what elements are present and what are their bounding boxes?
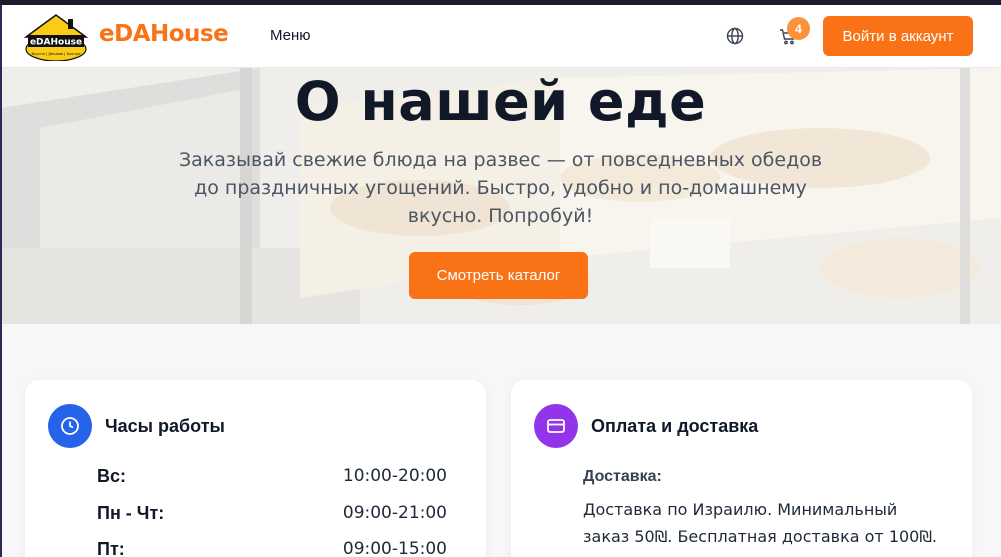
hours-time: 09:00-21:00: [342, 503, 447, 523]
hours-day: Вс:: [97, 466, 127, 486]
globe-icon[interactable]: [725, 26, 745, 46]
login-button[interactable]: Войти в аккаунт: [823, 16, 973, 56]
brand-name[interactable]: eDAHouse: [99, 21, 229, 47]
clock-icon: [48, 404, 92, 448]
window-edge: [0, 5, 2, 557]
hours-day: Пт:: [97, 539, 125, 557]
payment-delivery-title: Оплата и доставка: [591, 416, 759, 436]
logo-house-icon: eDAHouse Вкусно | Дёшево | Быстро: [23, 14, 89, 62]
working-hours-card: Часы работы Вс: 10:00-20:00 Пн - Чт: 09:…: [25, 380, 486, 557]
logo-small-text: eDAHouse: [30, 38, 82, 48]
delivery-text: Доставка по Израилю. Минимальный заказ 5…: [583, 500, 937, 546]
site-header: eDAHouse Вкусно | Дёшево | Быстро eDAHou…: [0, 5, 1001, 68]
logo-tagline: Вкусно | Дёшево | Быстро: [32, 52, 81, 56]
payment-delivery-card: Оплата и доставка Доставка: Доставка по …: [511, 380, 972, 557]
working-hours-title: Часы работы: [105, 416, 225, 436]
credit-card-icon: [534, 404, 578, 448]
hero-section: О нашей еде Заказывай свежие блюда на ра…: [0, 68, 1001, 324]
nav-menu-link[interactable]: Меню: [270, 27, 311, 44]
cart-count-badge[interactable]: 4: [787, 17, 810, 40]
hours-time: 10:00-20:00: [342, 466, 447, 486]
logo[interactable]: eDAHouse Вкусно | Дёшево | Быстро: [23, 13, 89, 62]
hours-time: 09:00-15:00: [342, 539, 447, 557]
hours-day: Пн - Чт:: [97, 503, 165, 523]
hero-title: О нашей еде: [294, 70, 707, 133]
hero-subtitle: Заказывай свежие блюда на развес — от по…: [178, 149, 823, 227]
delivery-label: Доставка:: [583, 468, 662, 485]
view-catalog-button[interactable]: Смотреть каталог: [409, 252, 588, 299]
